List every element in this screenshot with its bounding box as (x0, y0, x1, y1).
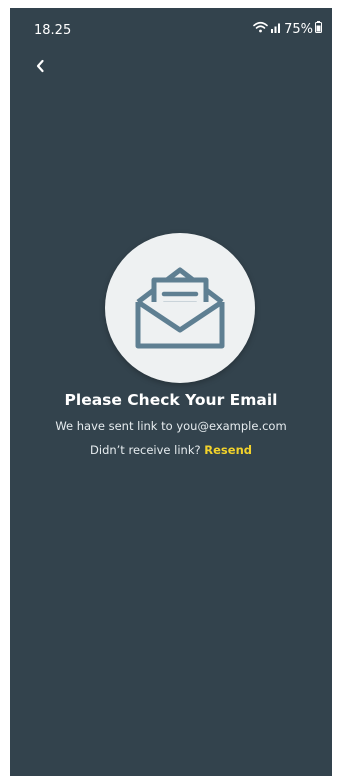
wifi-icon (253, 21, 268, 37)
page-title: Please Check Your Email (64, 391, 278, 409)
signal-icon (270, 21, 282, 37)
battery-icon (315, 21, 322, 37)
status-icons: 75% (253, 21, 322, 37)
back-button[interactable] (28, 54, 52, 78)
resend-link[interactable]: Resend (204, 443, 252, 457)
status-bar: 18.25 75% (10, 8, 332, 48)
status-time: 18.25 (34, 23, 72, 38)
chevron-left-icon (36, 59, 44, 73)
email-illustration (105, 233, 255, 383)
resend-prompt: Didn’t receive link? (90, 443, 201, 457)
resend-prompt-line: Didn’t receive link? Resend (10, 443, 332, 457)
open-envelope-icon (135, 267, 225, 349)
screen: 18.25 75% Please Check Your Email We hav… (10, 8, 332, 776)
battery-level: 75% (284, 21, 313, 37)
confirmation-message: We have sent link to you@example.com (55, 419, 287, 433)
